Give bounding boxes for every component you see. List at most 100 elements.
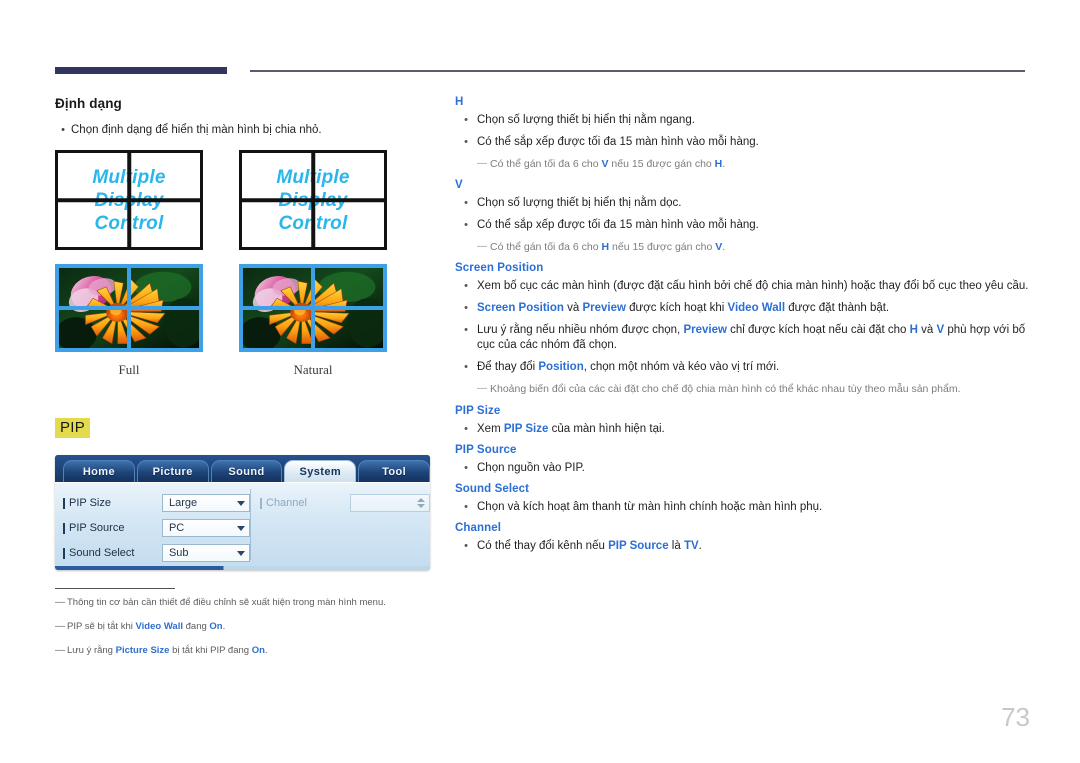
chevron-down-icon xyxy=(417,504,425,508)
soundselect-bullet: Chọn và kích hoạt âm thanh từ màn hình c… xyxy=(477,501,823,513)
pip-section-heading: PIP xyxy=(55,418,91,438)
h-note-c: . xyxy=(722,158,726,170)
list-item: • Chọn số lượng thiết bị hiển thị nằm ng… xyxy=(455,113,1030,128)
sp-bullet-1: Xem bố cục các màn hình (được đặt cấu hì… xyxy=(477,280,1029,292)
ch-t1: Có thể thay đổi kênh nếu xyxy=(477,540,609,552)
ch-t2: là xyxy=(668,540,684,552)
fn3-a: Lưu ý rằng xyxy=(67,645,116,656)
fn2-a: PIP sẽ bị tắt khi xyxy=(67,621,136,632)
list-item: • Có thể thay đổi kênh nếu PIP Source là… xyxy=(455,539,1030,554)
list-item: • Chọn định dạng để hiển thị màn hình bị… xyxy=(55,123,435,138)
monitor-photo-row xyxy=(55,264,435,352)
v-bullet-2: Có thể sắp xếp được tối đa 15 màn hình v… xyxy=(477,219,759,231)
fn3-em-on: On xyxy=(251,645,265,656)
sp3-t3: và xyxy=(917,324,937,336)
bullet-dot-icon: • xyxy=(464,324,468,336)
list-item: • Chọn nguồn vào PIP. xyxy=(455,461,1030,476)
sp-bullet-4: Để thay đổi Position, chọn một nhóm và k… xyxy=(477,360,779,375)
header-accent-bar xyxy=(55,67,227,74)
bullet-dot-icon: • xyxy=(61,124,65,136)
dash-icon: ― xyxy=(477,383,487,394)
monitor-text-row: Multiple Display Control Multiple Displa… xyxy=(55,150,435,250)
osd-pane-divider xyxy=(250,489,251,560)
h-note-b: nếu 15 được gán cho xyxy=(608,158,715,170)
grid-horizontal-line xyxy=(59,306,199,310)
pip-source-select[interactable]: PC xyxy=(161,519,250,537)
ch-em-pipsource: PIP Source xyxy=(608,540,669,552)
footnote-list: ― Thông tin cơ bản cần thiết để điều chỉ… xyxy=(55,596,445,668)
osd-label-sound-select: Sound Select xyxy=(63,547,162,559)
channel-stepper[interactable] xyxy=(349,494,430,512)
bullet-dot-icon: • xyxy=(464,462,468,474)
bullet-dot-icon: • xyxy=(464,361,468,373)
fn2-em-on: On xyxy=(209,621,223,632)
caption-natural: Natural xyxy=(293,362,333,377)
list-item: • Có thể sắp xếp được tối đa 15 màn hình… xyxy=(455,218,1030,233)
bullet-dot-icon: • xyxy=(464,423,468,435)
tab-tool[interactable]: Tool xyxy=(358,460,430,482)
v-note-a: Có thể gán tối đa 6 cho xyxy=(490,241,602,253)
document-page: Định dạng • Chọn định dạng để hiển thị m… xyxy=(0,0,1080,763)
list-item: • Screen Position và Preview được kích h… xyxy=(455,301,1030,316)
fn3-b: bị tắt khi PIP đang xyxy=(169,645,252,656)
sp-note: Khoảng biến đổi của các cài đặt cho chế … xyxy=(490,383,961,395)
tab-system[interactable]: System xyxy=(284,460,357,482)
bullet-dot-icon: • xyxy=(464,114,468,126)
v-note: Có thể gán tối đa 6 cho H nếu 15 được gá… xyxy=(490,240,725,254)
bullet-tick-icon xyxy=(260,497,262,509)
dash-icon: ― xyxy=(55,621,65,632)
chevron-up-icon xyxy=(417,498,425,502)
fn2-b: đang xyxy=(183,621,210,632)
footnote-item: ― Thông tin cơ bản cần thiết để điều chỉ… xyxy=(55,596,445,609)
v-note-c: . xyxy=(722,241,726,253)
note-item: ― Khoảng biến đổi của các cài đặt cho ch… xyxy=(477,382,1030,396)
osd-label-pip-size: PIP Size xyxy=(63,497,162,509)
channel-bullet: Có thể thay đổi kênh nếu PIP Source là T… xyxy=(477,539,702,554)
osd-scrollbar[interactable] xyxy=(55,566,430,570)
sp2-em-videowall: Video Wall xyxy=(727,302,786,314)
chevron-down-icon xyxy=(237,500,245,506)
osd-label-text: Sound Select xyxy=(69,547,135,559)
bullet-tick-icon xyxy=(63,497,65,509)
monitor-preview-natural-photo xyxy=(239,264,387,352)
sp2-t3: được đặt thành bật. xyxy=(785,302,890,314)
list-item: • Có thể sắp xếp được tối đa 15 màn hình… xyxy=(455,135,1030,150)
bullet-dot-icon: • xyxy=(464,197,468,209)
h-note: Có thể gán tối đa 6 cho V nếu 15 được gá… xyxy=(490,157,725,171)
ch-t3: . xyxy=(698,540,702,552)
tab-home[interactable]: Home xyxy=(63,460,135,482)
h-note-em-v: V xyxy=(601,158,609,170)
v-note-b: nếu 15 được gán cho xyxy=(609,241,716,253)
tab-sound[interactable]: Sound xyxy=(210,460,283,482)
osd-left-pane: PIP Size Large PIP Source PC Sound Selec… xyxy=(55,483,250,570)
pipsize-bullet: Xem PIP Size của màn hình hiện tại. xyxy=(477,422,665,437)
videowall-diagram: Multiple Display Control Multiple Displa… xyxy=(55,150,435,378)
osd-menu-screenshot: Home Picture Sound System Tool PIP Size … xyxy=(55,455,430,570)
chevron-down-icon xyxy=(237,525,245,531)
sp4-t1: Để thay đổi xyxy=(477,361,539,373)
fn3-em-picturesize: Picture Size xyxy=(115,645,170,656)
stepper-arrows-icon xyxy=(417,498,425,508)
section-heading-h: H xyxy=(455,96,464,108)
sp2-em-screenposition: Screen Position xyxy=(477,302,564,314)
bullet-dot-icon: • xyxy=(464,540,468,552)
sp2-em-preview: Preview xyxy=(582,302,626,314)
list-item: • Chọn số lượng thiết bị hiển thị nằm dọ… xyxy=(455,196,1030,211)
sp4-em-position: Position xyxy=(538,361,584,373)
bullet-dot-icon: • xyxy=(464,136,468,148)
dash-icon: ― xyxy=(477,158,487,169)
grid-horizontal-line xyxy=(243,306,383,310)
sp4-t2: , chọn một nhóm và kéo vào vị trí mới. xyxy=(583,361,780,373)
osd-row-pip-source: PIP Source PC xyxy=(63,517,250,539)
section-heading-screen-position: Screen Position xyxy=(455,262,544,274)
section-heading-channel: Channel xyxy=(455,522,502,534)
list-item: • Chọn và kích hoạt âm thanh từ màn hình… xyxy=(455,500,1030,515)
bullet-dot-icon: • xyxy=(464,501,468,513)
tab-picture[interactable]: Picture xyxy=(136,460,209,482)
h-note-a: Có thể gán tối đa 6 cho xyxy=(490,158,602,170)
grid-horizontal-line xyxy=(242,198,384,202)
page-number: 73 xyxy=(1001,702,1030,732)
sp2-t1: và xyxy=(563,302,583,314)
sound-select-select[interactable]: Sub xyxy=(161,544,250,562)
pip-size-select[interactable]: Large xyxy=(161,494,250,512)
